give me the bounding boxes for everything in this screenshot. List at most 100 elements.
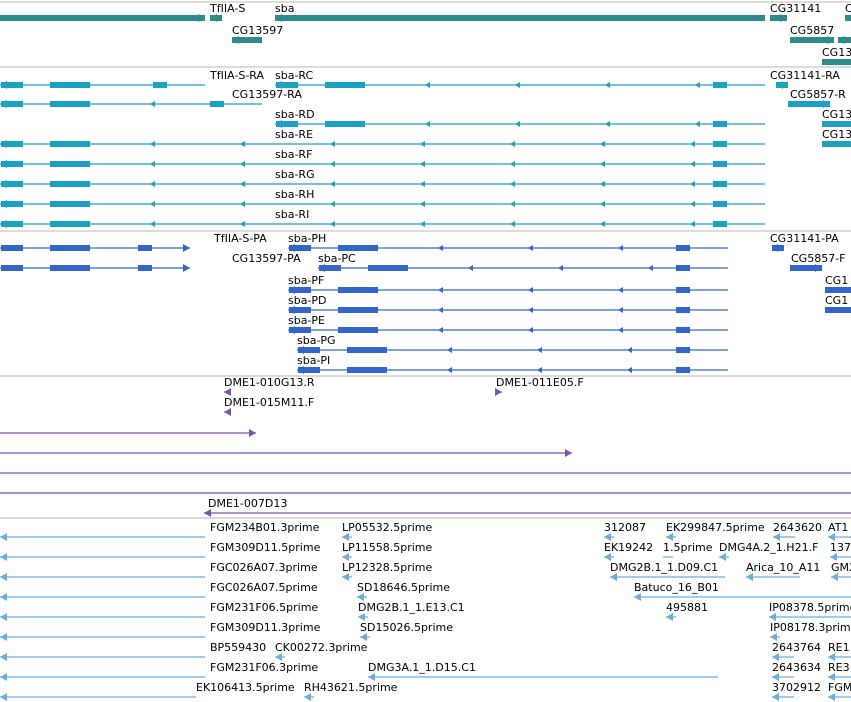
strand-arrow <box>510 221 515 227</box>
feature[interactable] <box>838 36 851 44</box>
feature[interactable]: AT1 <box>828 521 851 541</box>
feature[interactable]: sba-PG <box>297 334 728 354</box>
strand-arrow <box>150 161 155 167</box>
feature[interactable]: CG13597-PA <box>0 252 301 272</box>
feature[interactable]: EK299847.5prime <box>666 521 765 541</box>
feature[interactable]: CG31141-PA <box>770 232 839 252</box>
feature[interactable]: CK00272.3prime <box>275 641 368 661</box>
feature[interactable]: FGM234B01.3prime <box>0 521 320 541</box>
feature[interactable]: Batuco_16_B01 <box>634 581 851 601</box>
feature[interactable]: TfIIA-S <box>209 2 245 22</box>
feature[interactable]: CG13597 <box>232 24 283 44</box>
feature[interactable]: 2643634 <box>772 661 821 681</box>
feature[interactable]: CG5857-F <box>790 252 846 272</box>
feature[interactable]: 137 <box>830 541 851 561</box>
feature[interactable]: sba-RC <box>275 69 765 89</box>
feature[interactable]: GM2 <box>831 561 851 581</box>
feature[interactable]: 312087 <box>604 521 646 541</box>
feature-label: CG31141-PA <box>770 232 839 245</box>
feature[interactable]: CG5857 <box>790 24 834 44</box>
feature[interactable]: 495881 <box>666 601 708 621</box>
feature-label: RE1 <box>828 641 850 654</box>
feature-label: DME1-010G13.R <box>224 376 315 389</box>
feature[interactable]: DME1-015M11.F <box>224 396 314 416</box>
feature[interactable]: RH43621.5prime <box>304 681 398 701</box>
strand-arrow <box>600 141 605 147</box>
feature[interactable]: sba-RI <box>0 208 765 228</box>
strand-arrow <box>0 553 7 561</box>
feature-label: CG5857-R <box>790 88 846 101</box>
feature[interactable]: TfIIA-S-PA <box>0 232 267 252</box>
feature[interactable]: sba-RE <box>0 128 765 148</box>
strand-arrow <box>438 327 443 333</box>
feature[interactable]: CG13 <box>822 108 851 127</box>
feature[interactable]: FGM <box>828 681 851 701</box>
feature[interactable]: LP05532.5prime <box>342 521 433 541</box>
strand-arrow <box>605 82 610 88</box>
feature[interactable]: IP08378.5prime <box>769 601 851 621</box>
feature[interactable]: sba-RD <box>275 108 765 128</box>
feature[interactable]: CG13597-RA <box>0 88 302 108</box>
feature[interactable]: CG5857-R <box>788 88 846 108</box>
feature[interactable]: sba-PF <box>288 274 728 294</box>
feature[interactable]: CG1 <box>825 274 851 293</box>
feature[interactable]: CG31141-RA <box>770 69 840 89</box>
feature[interactable]: BP559430 <box>0 641 266 661</box>
feature[interactable]: CG13 <box>822 128 851 147</box>
feature[interactable]: DME1-007D13 <box>204 497 851 517</box>
feature[interactable]: sba-PI <box>297 354 728 374</box>
feature[interactable]: DME1-011E05.F <box>495 376 584 396</box>
feature[interactable]: LP12328.5prime <box>342 561 433 581</box>
feature[interactable]: Arica_10_A11 <box>746 561 820 581</box>
feature[interactable] <box>0 429 256 437</box>
feature-label: BP559430 <box>210 641 266 654</box>
feature[interactable]: 2643764 <box>772 641 821 661</box>
feature[interactable]: sba-PE <box>288 314 728 334</box>
feature[interactable]: DMG2B.1_1.D09.C1 <box>610 561 725 581</box>
feature[interactable]: sba-PC <box>318 252 728 272</box>
feature[interactable]: EK106413.5prime <box>0 681 295 701</box>
strand-arrow <box>468 265 473 271</box>
feature[interactable] <box>0 14 205 22</box>
feature[interactable]: CG31141 <box>770 2 821 22</box>
feature-label: LP05532.5prime <box>342 521 433 534</box>
feature[interactable]: RE1 <box>828 641 851 661</box>
feature[interactable]: FGM231F06.3prime <box>0 661 318 681</box>
feature[interactable]: DMG3A.1_1.D15.C1 <box>368 661 718 681</box>
strand-arrow <box>368 673 375 681</box>
feature[interactable]: RE3 <box>828 661 851 681</box>
feature-label: CG1 <box>825 294 848 307</box>
feature[interactable]: sba <box>275 2 765 22</box>
feature[interactable]: FGM309D11.5prime <box>0 541 321 561</box>
feature[interactable]: sba-RF <box>0 148 765 168</box>
feature[interactable]: sba-RG <box>0 168 765 188</box>
feature[interactable]: DMG4A.2_1.H21.F <box>719 541 818 561</box>
feature[interactable]: FGC026A07.3prime <box>0 561 318 581</box>
strand-arrow <box>510 181 515 187</box>
feature[interactable]: LP11558.5prime <box>342 541 433 561</box>
track-proteins: TfIIA-S-PA sba-PH CG31141-PA CG13597-PA sba-… <box>0 232 851 374</box>
feature[interactable]: sba-PH <box>288 232 728 252</box>
feature[interactable]: sba-PD <box>288 294 728 314</box>
feature[interactable] <box>0 449 572 457</box>
feature[interactable]: SD15026.5prime <box>360 621 453 641</box>
feature[interactable]: sba-RH <box>0 188 765 208</box>
feature[interactable]: IP08178.3prime <box>770 621 851 641</box>
strand-arrow <box>690 141 695 147</box>
strand-arrow <box>828 533 835 541</box>
feature[interactable]: SD18646.5prime <box>357 581 450 601</box>
feature[interactable]: 3702912 <box>772 681 821 701</box>
feature[interactable]: C <box>845 2 851 21</box>
feature[interactable]: EK19242 <box>604 541 653 561</box>
genome-track-view: TfIIA-S sba CG31141 C CG13597 CG5857 CG13 TfIIA… <box>0 1 851 701</box>
feature[interactable]: 2643620 <box>773 521 822 541</box>
feature[interactable]: TfIIA-S-RA <box>0 69 264 89</box>
feature[interactable]: FGC026A07.5prime <box>0 581 318 601</box>
feature[interactable]: CG1 <box>825 294 851 313</box>
feature[interactable]: DME1-010G13.R <box>224 376 315 396</box>
feature[interactable]: 1.5prime <box>663 541 713 558</box>
feature[interactable]: DMG2B.1_1.E13.C1 <box>358 601 465 621</box>
feature[interactable]: CG13 <box>822 46 851 65</box>
feature[interactable]: FGM231F06.5prime <box>0 601 318 621</box>
feature[interactable]: FGM309D11.3prime <box>0 621 321 641</box>
